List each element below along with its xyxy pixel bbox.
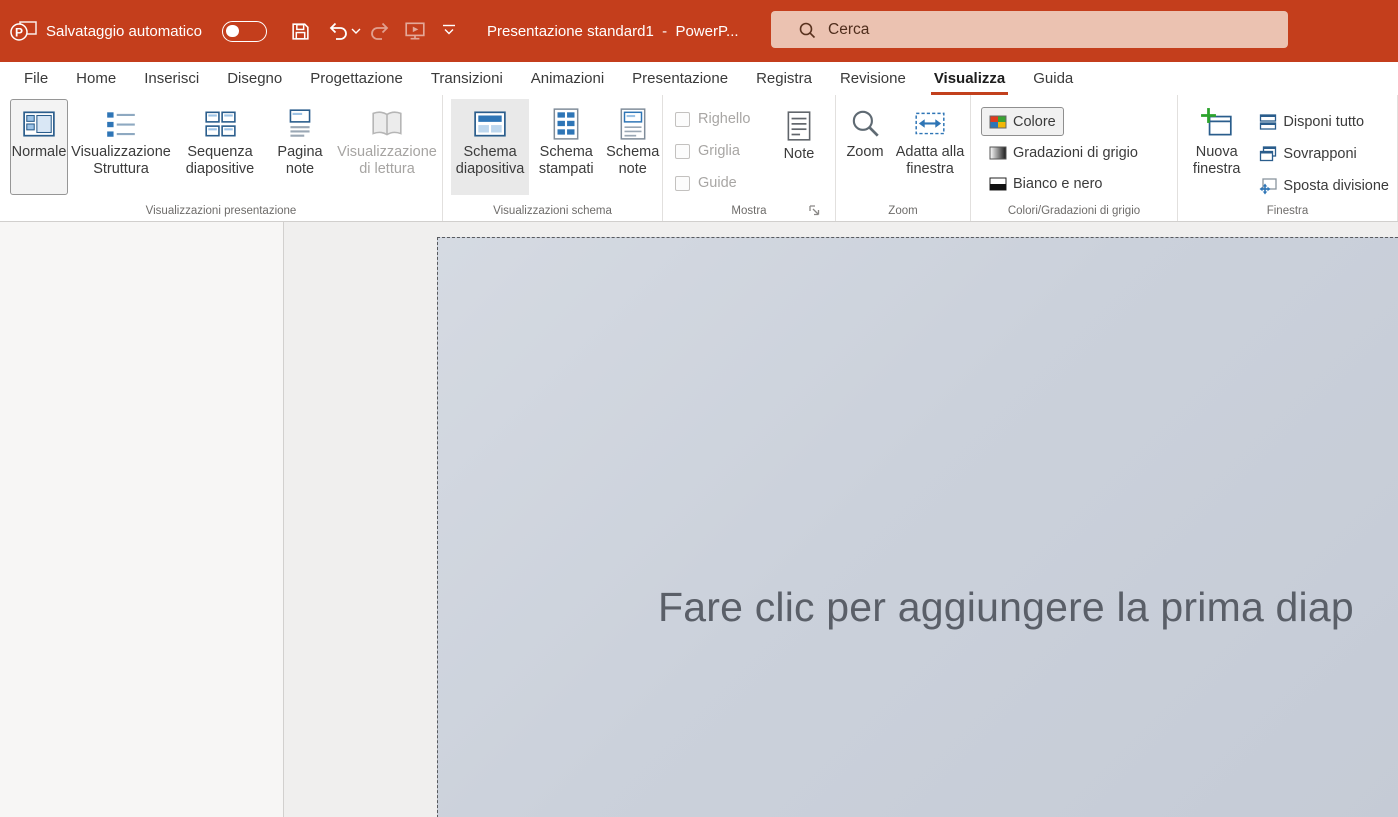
show-options: Righello Griglia Guide (675, 101, 767, 199)
visualizzazione-struttura-button[interactable]: Visualizzazione Struttura (70, 99, 172, 195)
adatta-alla-finestra-button[interactable]: Adatta alla finestra (891, 99, 969, 195)
visualizzazione-lettura-button: Visualizzazione di lettura (334, 99, 440, 195)
group-zoom: Zoom Adatta alla finestra Zoom (836, 95, 971, 221)
tab-guida[interactable]: Guida (1019, 62, 1087, 95)
group-label: Visualizzazioni presentazione (0, 205, 442, 217)
undo-dropdown-chevron-icon[interactable] (351, 28, 361, 35)
redo-button (367, 18, 393, 44)
svg-text:P: P (15, 26, 23, 40)
slide-sorter-icon (203, 107, 237, 141)
slide-thumbnail-pane (0, 222, 283, 817)
pane-splitter[interactable] (283, 222, 284, 817)
customize-quick-access-button[interactable] (441, 22, 459, 39)
chevron-down-icon (441, 23, 457, 38)
grayscale-icon (989, 146, 1007, 160)
slide-canvas[interactable]: Fare clic per aggiungere la prima diap (437, 237, 1398, 817)
tab-home[interactable]: Home (62, 62, 130, 95)
tab-progettazione[interactable]: Progettazione (296, 62, 417, 95)
search-input[interactable]: Cerca (771, 11, 1288, 48)
disponi-tutto-button[interactable]: Disponi tutto (1251, 107, 1372, 136)
group-colori: Colore Gradazioni di grigio (971, 95, 1178, 221)
new-window-icon (1200, 107, 1234, 141)
normal-view-icon (22, 107, 56, 141)
powerpoint-logo-icon[interactable]: P (10, 17, 38, 45)
checkbox-icon (675, 176, 690, 191)
pagina-note-button[interactable]: Pagina note (268, 99, 332, 195)
workspace: Fare clic per aggiungere la prima diap (0, 222, 1398, 817)
righello-checkbox: Righello (675, 103, 767, 135)
tab-file[interactable]: File (10, 62, 62, 95)
group-label: Visualizzazioni schema (443, 205, 662, 217)
sposta-divisione-button[interactable]: Sposta divisione (1251, 171, 1397, 200)
griglia-checkbox: Griglia (675, 135, 767, 167)
bianco-e-nero-button[interactable]: Bianco e nero (981, 169, 1110, 198)
normale-button[interactable]: Normale (10, 99, 68, 195)
checkbox-icon (675, 144, 690, 159)
group-label: Colori/Gradazioni di grigio (971, 205, 1177, 217)
notes-master-icon (616, 107, 650, 141)
save-icon (290, 21, 311, 42)
search-placeholder: Cerca (828, 21, 869, 39)
notes-page-icon (283, 107, 317, 141)
tab-registra[interactable]: Registra (742, 62, 826, 95)
colore-button[interactable]: Colore (981, 107, 1064, 136)
slide-master-icon (473, 107, 507, 141)
arrange-all-icon (1259, 113, 1277, 131)
schema-diapositiva-button[interactable]: Schema diapositiva (451, 99, 529, 195)
zoom-icon (848, 107, 882, 141)
fit-to-window-icon (913, 107, 947, 141)
group-label: Finestra (1178, 205, 1397, 217)
guide-checkbox: Guide (675, 167, 767, 199)
tab-revisione[interactable]: Revisione (826, 62, 920, 95)
autosave-label: Salvataggio automatico (46, 0, 202, 62)
tab-disegno[interactable]: Disegno (213, 62, 296, 95)
save-button[interactable] (287, 18, 313, 44)
zoom-button[interactable]: Zoom (839, 99, 891, 195)
sovrapponi-button[interactable]: Sovrapponi (1251, 139, 1364, 168)
tab-transizioni[interactable]: Transizioni (417, 62, 517, 95)
tab-presentazione[interactable]: Presentazione (618, 62, 742, 95)
tab-animazioni[interactable]: Animazioni (517, 62, 618, 95)
cascade-windows-icon (1259, 145, 1277, 163)
group-mostra: Righello Griglia Guide (663, 95, 836, 221)
redo-icon (369, 20, 391, 42)
titlebar: P Salvataggio automatico (0, 0, 1398, 62)
color-icon (989, 115, 1007, 129)
tab-visualizza[interactable]: Visualizza (920, 62, 1019, 95)
schema-stampati-button[interactable]: Schema stampati (531, 99, 601, 195)
toggle-knob (226, 25, 239, 38)
outline-view-icon (104, 107, 138, 141)
document-title: Presentazione standard1 - PowerP... (487, 0, 739, 62)
group-visualizzazioni-presentazione: Normale Visualizzazione Struttura (0, 95, 443, 221)
group-label: Zoom (836, 205, 970, 217)
undo-button[interactable] (325, 18, 351, 44)
group-label: Mostra (663, 205, 835, 217)
sequenza-diapositive-button[interactable]: Sequenza diapositive (174, 99, 266, 195)
powerpoint-window: P Salvataggio automatico (0, 0, 1398, 817)
undo-icon (327, 20, 349, 42)
gradazioni-di-grigio-button[interactable]: Gradazioni di grigio (981, 138, 1146, 167)
checkbox-icon (675, 112, 690, 127)
nuova-finestra-button[interactable]: Nuova finestra (1186, 99, 1247, 195)
reading-view-icon (370, 107, 404, 141)
black-white-icon (989, 177, 1007, 191)
note-button[interactable]: Note (773, 101, 825, 197)
slideshow-icon (404, 20, 426, 42)
group-visualizzazioni-schema: Schema diapositiva Schema stampati (443, 95, 663, 221)
slide-placeholder-text: Fare clic per aggiungere la prima diap (658, 584, 1354, 631)
handout-master-icon (549, 107, 583, 141)
move-split-icon (1259, 177, 1277, 195)
group-finestra: Nuova finestra Disponi tutto (1178, 95, 1398, 221)
ribbon-tab-bar: File Home Inserisci Disegno Progettazion… (0, 62, 1398, 95)
search-icon (798, 21, 816, 39)
notes-icon (782, 109, 816, 143)
start-slideshow-button[interactable] (402, 18, 428, 44)
tab-inserisci[interactable]: Inserisci (130, 62, 213, 95)
schema-note-button[interactable]: Schema note (603, 99, 662, 195)
autosave-toggle[interactable] (222, 21, 267, 42)
ribbon: Normale Visualizzazione Struttura (0, 95, 1398, 222)
